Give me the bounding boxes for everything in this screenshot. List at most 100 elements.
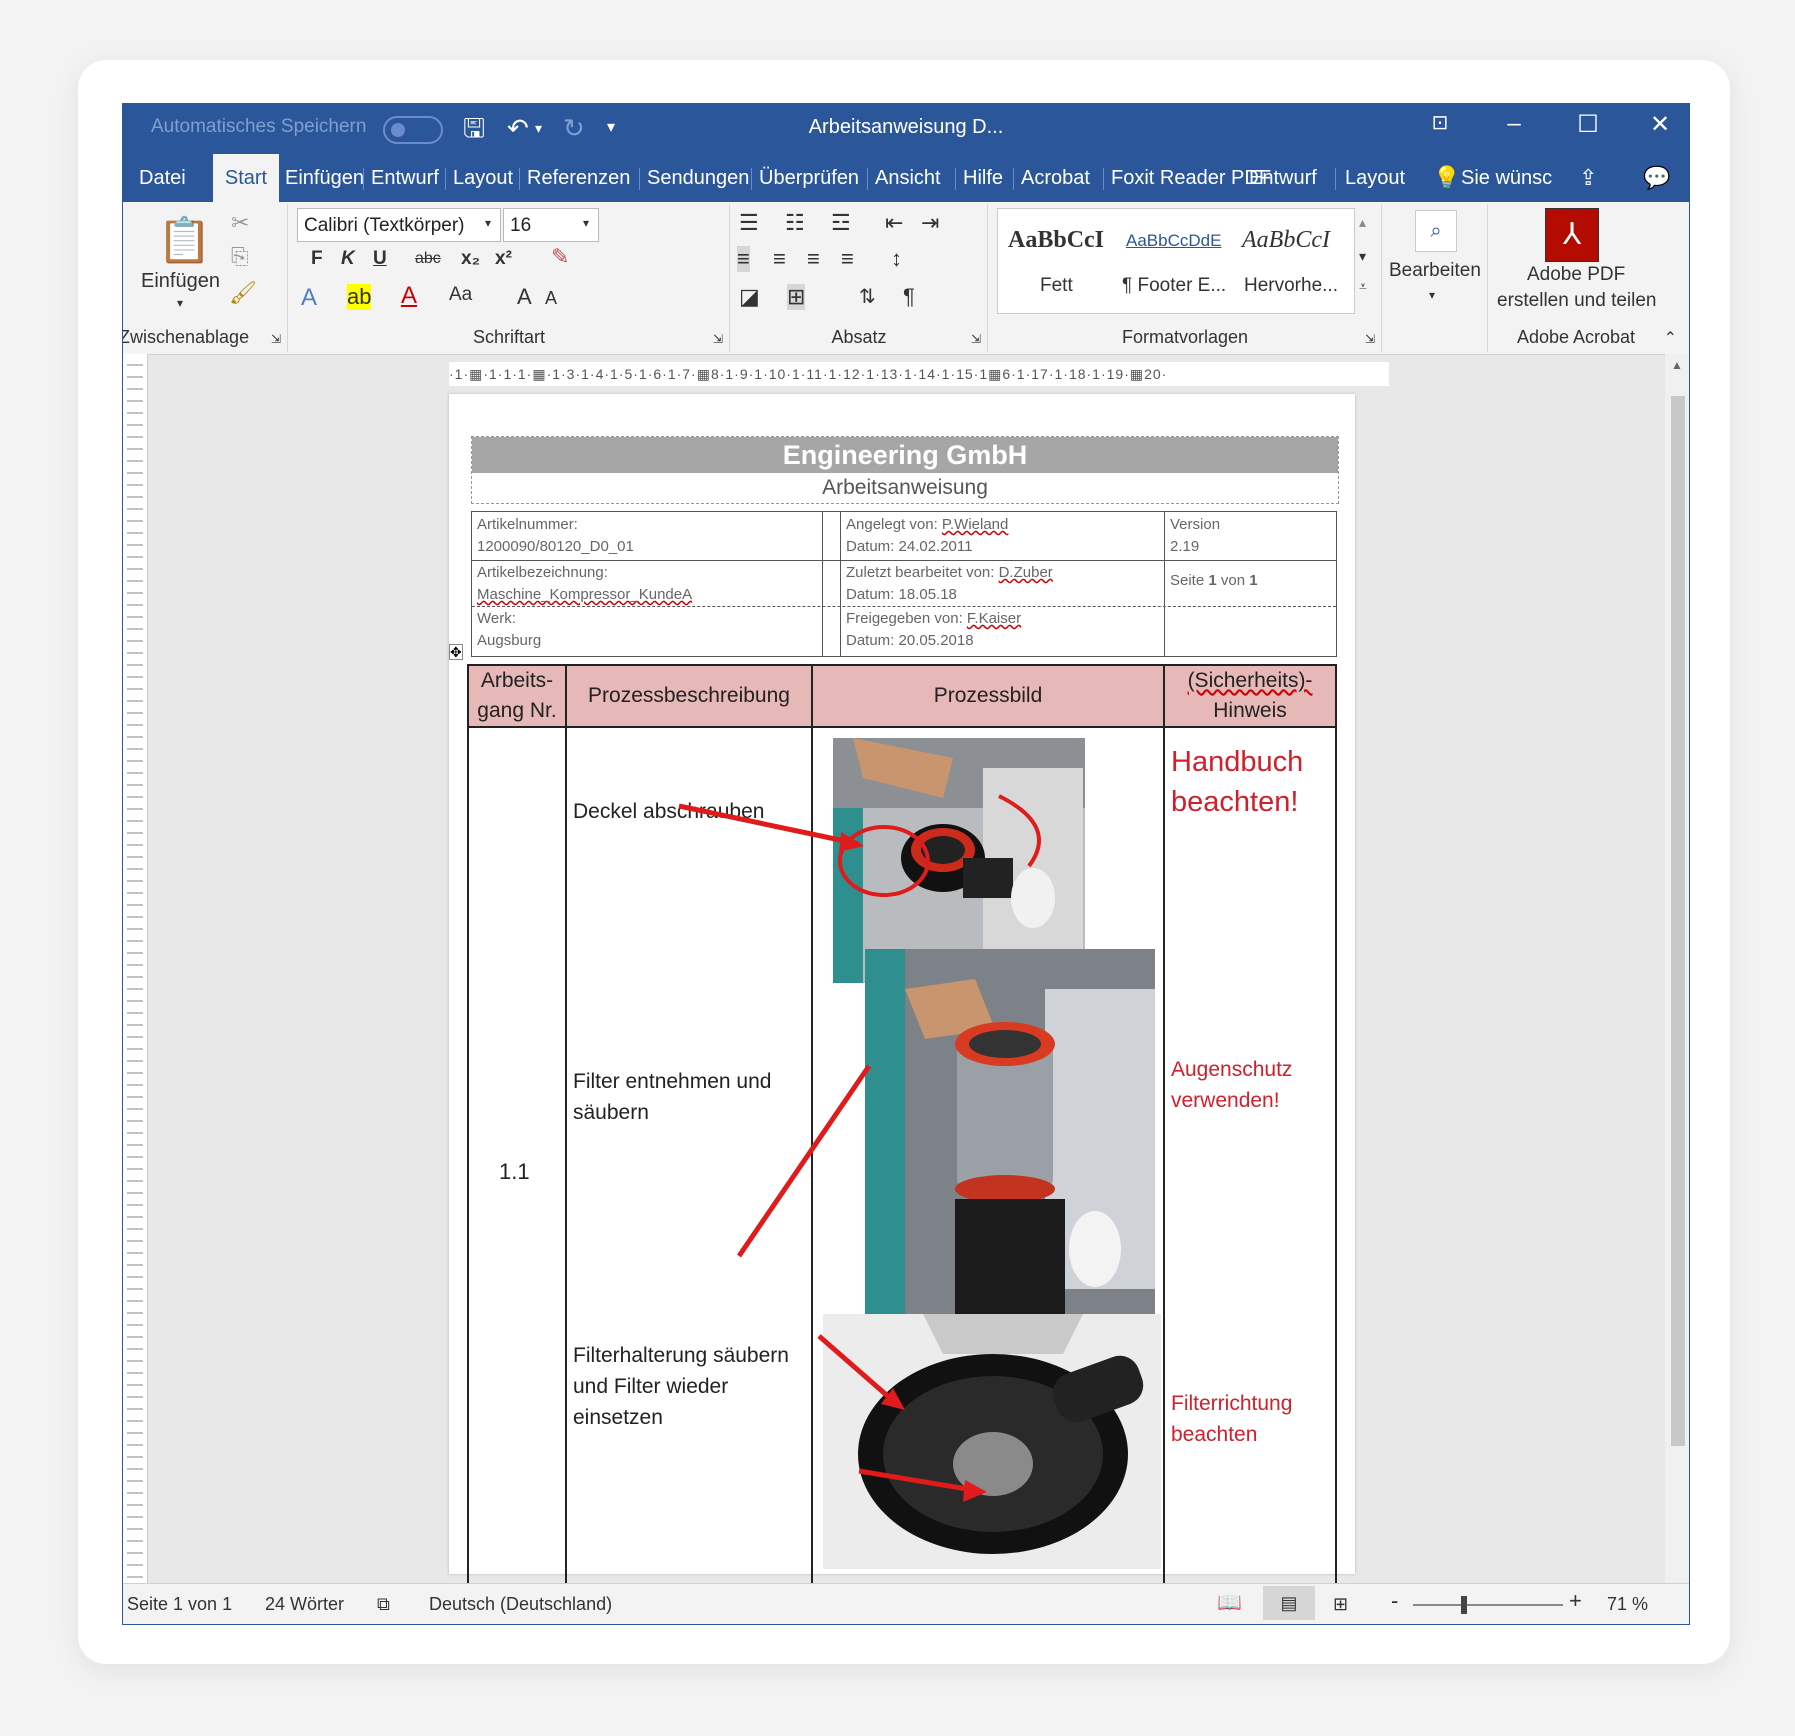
status-words[interactable]: 24 Wörter: [265, 1594, 344, 1615]
tab-ansicht[interactable]: Ansicht: [875, 154, 941, 202]
tab-sendungen[interactable]: Sendungen: [647, 154, 749, 202]
font-size-chevron-icon[interactable]: ▾: [583, 216, 589, 230]
ribbon-display-icon[interactable]: ⊡: [1415, 110, 1465, 135]
vertical-scrollbar[interactable]: ▲ ▼: [1665, 354, 1689, 1624]
borders-icon[interactable]: ⊞: [787, 284, 806, 310]
align-center-icon[interactable]: ≡: [773, 246, 786, 272]
editing-dropdown-icon[interactable]: ▾: [1429, 288, 1435, 302]
clipboard-launcher-icon[interactable]: ⇲: [271, 332, 281, 346]
zoom-in-button[interactable]: +: [1569, 1588, 1582, 1614]
bullets-icon[interactable]: ☰: [739, 210, 759, 236]
table-move-handle-icon[interactable]: ✥: [449, 644, 463, 660]
maximize-icon[interactable]: ☐: [1563, 110, 1613, 139]
close-icon[interactable]: ✕: [1635, 110, 1685, 139]
show-formatting-button[interactable]: ¶: [903, 284, 915, 310]
paste-button[interactable]: Einfügen: [141, 270, 220, 293]
styles-gallery: AaBbCcI Fett AaBbCcDdE ¶ Footer E... AaB…: [997, 208, 1355, 314]
web-layout-icon[interactable]: ⊞: [1333, 1594, 1348, 1615]
lightbulb-icon: 💡: [1433, 165, 1461, 190]
meta-zuletzt: Zuletzt bearbeitet von: D.Zuber Datum: 18…: [846, 564, 1053, 603]
styles-scroll-up-icon[interactable]: ▴: [1359, 214, 1366, 231]
zoom-level[interactable]: 71 %: [1607, 1594, 1648, 1615]
tab-layout-table[interactable]: Layout: [1345, 154, 1405, 202]
font-color-icon[interactable]: A: [401, 282, 417, 310]
tab-einfuegen[interactable]: Einfügen: [285, 154, 364, 202]
minimize-icon[interactable]: –: [1489, 110, 1539, 138]
style-preview-hervorhebung[interactable]: AaBbCcI: [1242, 227, 1330, 254]
tell-me-search[interactable]: Sie wünsc: [1461, 154, 1552, 202]
multilevel-list-icon[interactable]: ☲: [831, 210, 851, 236]
tab-datei[interactable]: Datei: [139, 154, 186, 202]
font-launcher-icon[interactable]: ⇲: [713, 332, 723, 346]
shrink-font-button[interactable]: A: [545, 288, 557, 309]
cut-icon[interactable]: ✂: [231, 210, 249, 236]
tab-referenzen[interactable]: Referenzen: [527, 154, 630, 202]
meta-freigegeben: Freigegeben von: F.Kaiser Datum: 20.05.20…: [846, 610, 1022, 649]
tab-acrobat[interactable]: Acrobat: [1021, 154, 1090, 202]
paste-icon[interactable]: 📋: [157, 214, 212, 266]
search-icon[interactable]: ⌕: [1415, 210, 1457, 252]
status-page[interactable]: Seite 1 von 1: [127, 1594, 232, 1615]
superscript-button[interactable]: x²: [495, 248, 512, 270]
adobe-pdf-label-2[interactable]: erstellen und teilen: [1497, 290, 1657, 312]
paragraph-launcher-icon[interactable]: ⇲: [971, 332, 981, 346]
adobe-pdf-icon[interactable]: ⅄: [1545, 208, 1599, 262]
sort-icon[interactable]: ⇅: [859, 284, 876, 309]
subscript-button[interactable]: x₂: [461, 248, 480, 270]
tab-entwurf-table[interactable]: Entwurf: [1249, 154, 1317, 202]
print-layout-icon[interactable]: ▤: [1263, 1586, 1315, 1620]
style-name-fett[interactable]: Fett: [1040, 275, 1073, 297]
zoom-out-button[interactable]: -: [1391, 1588, 1398, 1614]
style-name-hervorhebung[interactable]: Hervorhe...: [1244, 275, 1338, 297]
underline-button[interactable]: U: [373, 248, 387, 270]
tab-start[interactable]: Start: [213, 154, 279, 202]
align-right-icon[interactable]: ≡: [807, 246, 820, 272]
align-left-icon[interactable]: ≡: [737, 246, 750, 272]
format-painter-icon[interactable]: 🖌: [229, 280, 257, 306]
paste-dropdown-icon[interactable]: ▾: [177, 296, 183, 310]
collapse-ribbon-icon[interactable]: ⌃: [1664, 328, 1677, 348]
tab-hilfe[interactable]: Hilfe: [963, 154, 1003, 202]
highlight-icon[interactable]: ab: [347, 284, 372, 310]
status-language[interactable]: Deutsch (Deutschland): [429, 1594, 612, 1615]
decrease-indent-icon[interactable]: ⇤: [885, 210, 903, 236]
document-page[interactable]: Engineering GmbH Arbeitsanweisung Artike…: [449, 394, 1355, 1599]
tab-layout[interactable]: Layout: [453, 154, 513, 202]
styles-launcher-icon[interactable]: ⇲: [1365, 332, 1375, 346]
share-icon[interactable]: ⇪: [1579, 154, 1597, 202]
style-name-footer[interactable]: ¶ Footer E...: [1122, 275, 1226, 297]
italic-button[interactable]: K: [341, 248, 355, 270]
change-case-button[interactable]: Aa: [449, 284, 472, 306]
comments-icon[interactable]: 💬: [1643, 154, 1670, 202]
editing-button[interactable]: Bearbeiten: [1389, 260, 1481, 282]
scroll-up-icon[interactable]: ▲: [1671, 358, 1683, 372]
justify-icon[interactable]: ≡: [841, 246, 854, 272]
clear-formatting-icon[interactable]: ✎: [551, 244, 569, 270]
line-spacing-icon[interactable]: ↕: [891, 246, 902, 272]
tab-entwurf[interactable]: Entwurf: [371, 154, 439, 202]
increase-indent-icon[interactable]: ⇥: [921, 210, 939, 236]
style-preview-fett[interactable]: AaBbCcI: [1008, 227, 1104, 254]
shading-icon[interactable]: ◪: [739, 284, 760, 310]
scroll-thumb[interactable]: [1671, 396, 1685, 1446]
grow-font-button[interactable]: A: [517, 284, 532, 310]
style-preview-footer[interactable]: AaBbCcDdE: [1126, 231, 1221, 251]
tab-ueberpruefen[interactable]: Überprüfen: [759, 154, 859, 202]
bold-button[interactable]: F: [311, 248, 323, 270]
font-name-chevron-icon[interactable]: ▾: [485, 216, 491, 230]
copy-icon[interactable]: ⎘: [231, 244, 249, 270]
tab-foxit-reader-pdf[interactable]: Foxit Reader PDF: [1111, 154, 1271, 202]
strikethrough-button[interactable]: abc: [415, 250, 441, 268]
numbering-icon[interactable]: ☷: [785, 210, 805, 236]
zoom-slider-handle[interactable]: [1461, 1596, 1467, 1614]
adobe-pdf-label-1[interactable]: Adobe PDF: [1527, 264, 1625, 286]
text-effects-icon[interactable]: A: [301, 284, 317, 312]
group-font: Calibri (Textkörper) ▾ 16 ▾ F K U abc x₂…: [289, 204, 730, 352]
zoom-slider[interactable]: [1413, 1604, 1563, 1606]
font-name-dropdown[interactable]: Calibri (Textkörper): [297, 208, 501, 242]
styles-scroll-down-icon[interactable]: ▾: [1359, 248, 1366, 265]
proofing-icon[interactable]: ⧉: [377, 1594, 390, 1615]
read-mode-icon[interactable]: 📖: [1217, 1590, 1242, 1615]
group-label-paragraph: Absatz: [831, 327, 887, 347]
styles-more-icon[interactable]: ⩡: [1359, 278, 1367, 295]
